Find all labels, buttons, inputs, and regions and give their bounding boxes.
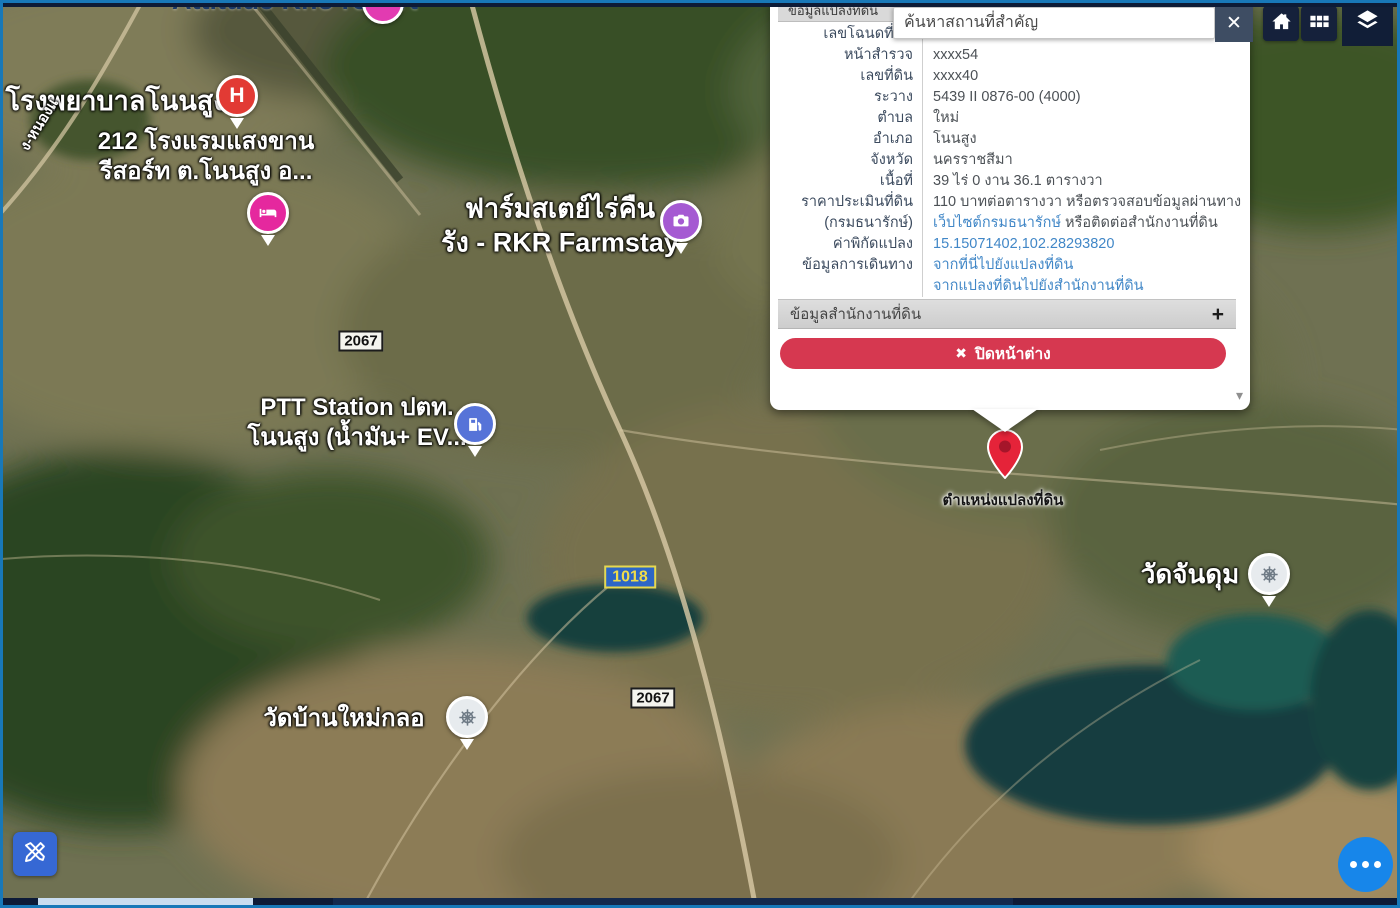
- close-window-button[interactable]: ✖ ปิดหน้าต่าง: [780, 338, 1226, 369]
- info-text: 5439 II 0876-00 (4000): [933, 89, 1081, 105]
- search-box: [893, 7, 1215, 39]
- info-row: จังหวัด นครราชสีมา: [778, 150, 1236, 171]
- info-row-label: จังหวัด: [778, 150, 922, 171]
- info-row: เนื้อที่ 39 ไร่ 0 งาน 36.1 ตารางวา: [778, 171, 1236, 192]
- scroll-down-icon[interactable]: ▾: [1236, 387, 1243, 404]
- info-row-value: โนนสูง: [922, 129, 1236, 150]
- info-row-value: ใหม่: [922, 108, 1236, 129]
- land-office-section-header[interactable]: ข้อมูลสำนักงานที่ดิน +: [778, 299, 1236, 329]
- parcel-info-panel: ข้อมูลแปลงที่ดิน เลขโฉนดที่ดินหน้าสำรวจx…: [770, 0, 1250, 410]
- search-close-button[interactable]: ✕: [1215, 4, 1253, 42]
- horizontal-scrollbar[interactable]: [3, 898, 1397, 905]
- info-row-label: ข้อมูลการเดินทาง: [778, 255, 922, 297]
- top-edge-bar: [0, 0, 1400, 7]
- info-row: ข้อมูลการเดินทางจากที่นี่ไปยังแปลงที่ดิน…: [778, 255, 1236, 297]
- info-row-label: เลขที่ดิน: [778, 66, 922, 87]
- info-row: ค่าพิกัดแปลง 15.15071402,102.28293820: [778, 234, 1236, 255]
- info-row-label: หน้าสำรวจ: [778, 45, 922, 66]
- route-shield: 2067: [630, 688, 675, 709]
- land-office-section-title: ข้อมูลสำนักงานที่ดิน: [790, 302, 921, 326]
- close-x-icon: ✖: [955, 345, 967, 362]
- info-text: ใหม่: [933, 110, 959, 126]
- info-text: xxxx40: [933, 68, 978, 84]
- info-row: อำเภอ โนนสูง: [778, 129, 1236, 150]
- close-window-label: ปิดหน้าต่าง: [975, 341, 1051, 366]
- wheel-icon: [1248, 553, 1290, 595]
- route-shield: 2067: [338, 331, 383, 352]
- ellipsis-icon: [1350, 861, 1357, 868]
- info-text: xxxx54: [933, 47, 978, 63]
- pin-tail: [261, 235, 275, 246]
- parcel-location-pin[interactable]: [986, 429, 1024, 484]
- pin-tail: [460, 739, 474, 750]
- info-text: 110 บาทต่อตารางวา หรือตรวจสอบข้อมูลผ่านท…: [933, 194, 1241, 210]
- parcel-location-label: ตำแหน่งแปลงที่ดิน: [943, 488, 1064, 512]
- fuel-icon: [454, 403, 496, 445]
- parcel-info-rows: เลขโฉนดที่ดินหน้าสำรวจxxxx54เลขที่ดินxxx…: [778, 24, 1236, 297]
- more-options-button[interactable]: [1338, 837, 1393, 892]
- info-row-label: ค่าพิกัดแปลง: [778, 234, 922, 255]
- info-row-value: นครราชสีมา: [922, 150, 1236, 171]
- info-link[interactable]: จากที่นี่ไปยังแปลงที่ดิน: [933, 257, 1073, 273]
- info-row: ตำบล ใหม่: [778, 108, 1236, 129]
- info-link[interactable]: จากแปลงที่ดินไปยังสำนักงานที่ดิน: [933, 278, 1144, 294]
- pin-tail: [468, 446, 482, 457]
- info-row-value: จากที่นี่ไปยังแปลงที่ดินจากแปลงที่ดินไปย…: [922, 255, 1236, 297]
- info-text: หรือติดต่อสำนักงานที่ดิน: [1061, 215, 1218, 231]
- grid-icon: [1308, 10, 1331, 38]
- pin-tail: [1262, 596, 1276, 607]
- pin-tail: [230, 118, 244, 129]
- info-row-value: xxxx40: [922, 66, 1236, 87]
- grid-button[interactable]: [1301, 6, 1337, 41]
- bed-icon: [247, 192, 289, 234]
- search-input[interactable]: [894, 8, 1214, 38]
- info-row-label: อำเภอ: [778, 129, 922, 150]
- info-row-label: ระวาง: [778, 87, 922, 108]
- info-link[interactable]: 15.15071402,102.28293820: [933, 236, 1114, 252]
- camera-icon: [660, 200, 702, 242]
- home-icon: [1270, 10, 1293, 38]
- pin-tail: [674, 243, 688, 254]
- info-row-label: ตำบล: [778, 108, 922, 129]
- expand-plus-icon[interactable]: +: [1212, 304, 1224, 325]
- info-row: หน้าสำรวจ xxxx54: [778, 45, 1236, 66]
- letter-icon: H: [216, 75, 258, 117]
- info-row-label: ราคาประเมินที่ดิน(กรมธนารักษ์): [778, 192, 922, 234]
- info-row-value: 15.15071402,102.28293820: [922, 234, 1236, 255]
- panel-pointer-tail: [972, 409, 1038, 432]
- ruler-pencil-icon: [22, 838, 49, 870]
- info-row-value: xxxx54: [922, 45, 1236, 66]
- route-shield: 1018: [604, 566, 656, 589]
- info-row: เลขที่ดิน xxxx40: [778, 66, 1236, 87]
- info-link[interactable]: เว็บไซต์กรมธนารักษ์: [933, 215, 1061, 231]
- info-row-value: 5439 II 0876-00 (4000): [922, 87, 1236, 108]
- wheel-icon: [446, 696, 488, 738]
- map-app-window: Attitude Kho resortโรงพยาบาลโนนสูง212 โร…: [0, 0, 1400, 908]
- info-row: ระวาง 5439 II 0876-00 (4000): [778, 87, 1236, 108]
- info-row-value: 39 ไร่ 0 งาน 36.1 ตารางวา: [922, 171, 1236, 192]
- scrollbar-thumb[interactable]: [38, 898, 253, 905]
- info-row-value: 110 บาทต่อตารางวา หรือตรวจสอบข้อมูลผ่านท…: [922, 192, 1241, 234]
- drawing-tools-button[interactable]: [13, 832, 57, 876]
- layers-icon: [1354, 7, 1381, 39]
- home-button[interactable]: [1263, 6, 1299, 41]
- info-row: ราคาประเมินที่ดิน(กรมธนารักษ์)110 บาทต่อ…: [778, 192, 1236, 234]
- info-text: นครราชสีมา: [933, 152, 1013, 168]
- info-text: โนนสูง: [933, 131, 977, 147]
- info-row-label: เนื้อที่: [778, 171, 922, 192]
- info-text: 39 ไร่ 0 งาน 36.1 ตารางวา: [933, 173, 1103, 189]
